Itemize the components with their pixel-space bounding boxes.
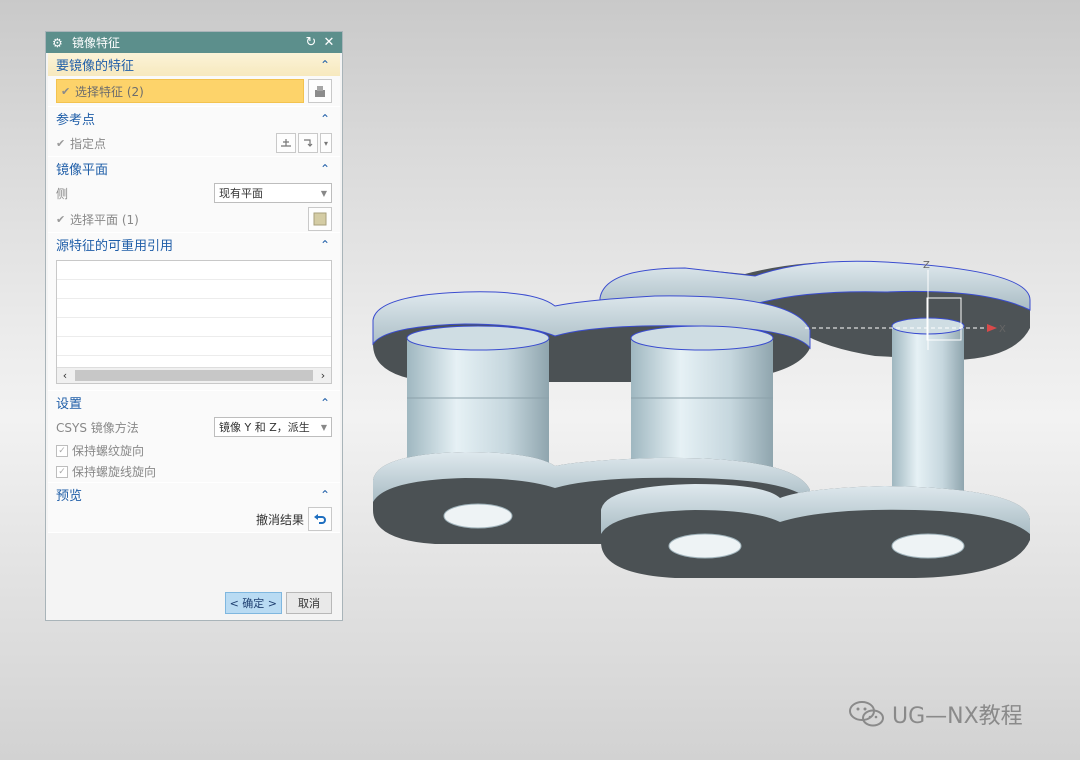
chevron-down-icon: ▼: [320, 188, 327, 198]
undo-result-button[interactable]: [308, 507, 332, 531]
reuse-refs-list[interactable]: ‹ ›: [56, 260, 332, 384]
keep-thread-row[interactable]: ✓ 保持螺纹旋向: [48, 440, 340, 461]
csys-method-select[interactable]: 镜像 Y 和 Z，派生 ▼: [214, 417, 332, 437]
feature-select-button[interactable]: [308, 79, 332, 103]
section-features-header[interactable]: 要镜像的特征 ⌃: [48, 53, 340, 76]
keep-helix-checkbox[interactable]: ✓: [56, 465, 68, 478]
undo-icon: [314, 514, 326, 524]
chevron-up-icon[interactable]: ⌃: [320, 58, 332, 72]
plane-type-select[interactable]: 现有平面 ▼: [214, 183, 332, 203]
chevron-up-icon[interactable]: ⌃: [320, 488, 332, 502]
section-reuse-refs-header[interactable]: 源特征的可重用引用 ⌃: [48, 233, 340, 256]
chevron-up-icon[interactable]: ⌃: [320, 396, 332, 410]
section-preview-header[interactable]: 预览 ⌃: [48, 483, 340, 506]
point-dialog-icon[interactable]: [276, 133, 296, 153]
chevron-down-icon: ▼: [320, 422, 327, 432]
axis-z-label: Z: [923, 260, 930, 271]
check-icon: ✔: [61, 84, 71, 98]
watermark: UG—NX教程: [848, 698, 1023, 730]
section-mirror-plane-header[interactable]: 镜像平面 ⌃: [48, 157, 340, 180]
wechat-icon: [849, 701, 884, 727]
list-item: [57, 337, 331, 356]
right-lower-plate[interactable]: [601, 484, 1030, 578]
chevron-up-icon[interactable]: ⌃: [320, 162, 332, 176]
csys-method-row: CSYS 镜像方法 镜像 Y 和 Z，派生 ▼: [48, 414, 340, 440]
section-ref-point-header[interactable]: 参考点 ⌃: [48, 107, 340, 130]
select-feature-field[interactable]: ✔ 选择特征 (2): [56, 79, 304, 103]
dialog-title: 镜像特征: [72, 36, 121, 50]
section-preview: 预览 ⌃ 撤消结果: [48, 483, 340, 533]
scroll-right-icon[interactable]: ›: [315, 369, 331, 382]
section-settings: 设置 ⌃ CSYS 镜像方法 镜像 Y 和 Z，派生 ▼ ✓ 保持螺纹旋向 ✓ …: [48, 391, 340, 483]
plane-icon: [313, 212, 327, 226]
dialog-titlebar: ⚙ 镜像特征 ↻ ✕: [46, 32, 342, 53]
inferred-point-icon[interactable]: [298, 133, 318, 153]
list-item: [57, 299, 331, 318]
solid-feature-icon: [315, 86, 325, 97]
undo-result-row: 撤消结果: [48, 506, 340, 532]
list-item: [57, 261, 331, 280]
mirror-feature-dialog: ⚙ 镜像特征 ↻ ✕ 要镜像的特征 ⌃ ✔ 选择特征 (2) 参考点 ⌃ ✔ 指…: [45, 31, 343, 621]
list-item: [57, 318, 331, 337]
plane-type-row: 侧 现有平面 ▼: [48, 180, 340, 206]
section-mirror-plane: 镜像平面 ⌃ 侧 现有平面 ▼ ✔ 选择平面 (1): [48, 157, 340, 233]
point-dropdown-icon[interactable]: ▾: [320, 133, 332, 153]
select-plane-row[interactable]: ✔ 选择平面 (1): [48, 206, 340, 232]
keep-thread-checkbox[interactable]: ✓: [56, 444, 68, 457]
section-settings-header[interactable]: 设置 ⌃: [48, 391, 340, 414]
close-icon[interactable]: ✕: [322, 35, 336, 50]
chevron-up-icon[interactable]: ⌃: [320, 238, 332, 252]
dialog-footer: < 确定 > 取消: [224, 592, 332, 614]
axis-x-label: X: [999, 324, 1006, 335]
section-reuse-refs: 源特征的可重用引用 ⌃ ‹ ›: [48, 233, 340, 391]
horizontal-scrollbar[interactable]: ‹ ›: [57, 367, 331, 383]
scroll-left-icon[interactable]: ‹: [57, 369, 73, 382]
chevron-up-icon[interactable]: ⌃: [320, 112, 332, 126]
list-item: [57, 280, 331, 299]
specify-point-row[interactable]: ✔ 指定点 ▾: [48, 130, 340, 156]
cancel-button[interactable]: 取消: [286, 592, 332, 614]
section-ref-point: 参考点 ⌃ ✔ 指定点 ▾: [48, 107, 340, 157]
graphics-viewport[interactable]: Z X: [355, 240, 1055, 590]
plane-select-button[interactable]: [308, 207, 332, 231]
keep-helix-row[interactable]: ✓ 保持螺旋线旋向: [48, 461, 340, 482]
scroll-thumb[interactable]: [75, 370, 313, 381]
gear-icon[interactable]: ⚙: [52, 36, 66, 50]
ok-button[interactable]: < 确定 >: [224, 592, 282, 614]
watermark-text: UG—NX教程: [892, 704, 1023, 729]
check-icon: ✔: [56, 136, 66, 150]
reset-icon[interactable]: ↻: [304, 35, 318, 50]
check-icon: ✔: [56, 212, 66, 226]
section-features: 要镜像的特征 ⌃ ✔ 选择特征 (2): [48, 53, 340, 107]
